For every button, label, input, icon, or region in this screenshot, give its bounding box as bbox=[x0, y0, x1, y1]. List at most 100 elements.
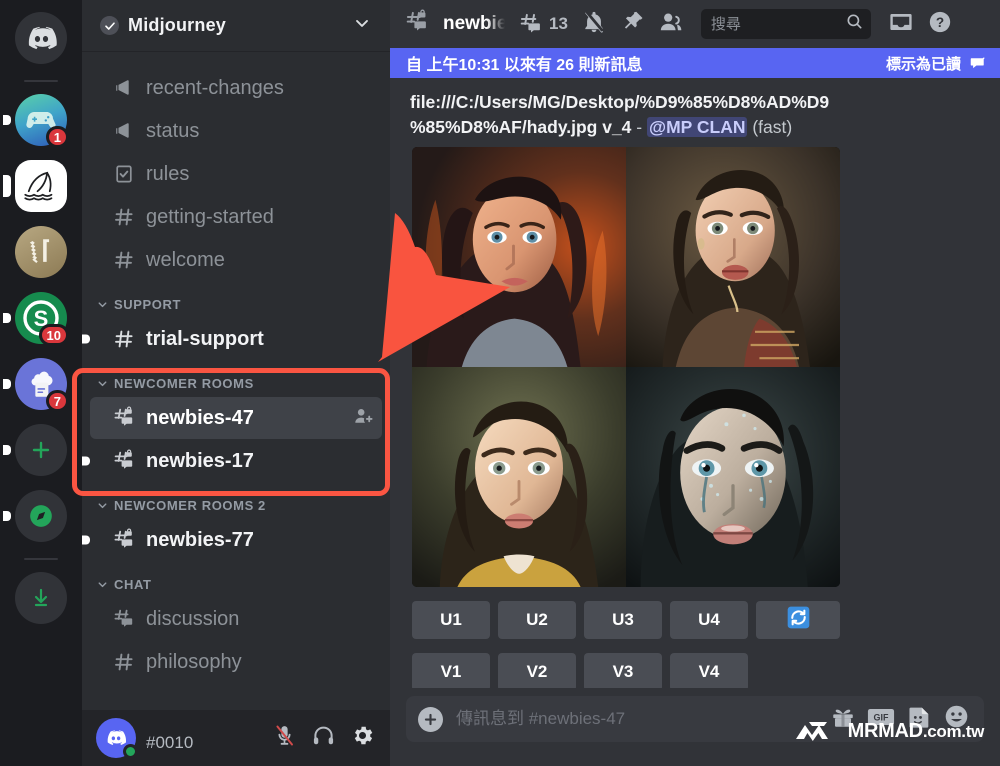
members-icon[interactable] bbox=[658, 9, 684, 40]
portrait-2[interactable] bbox=[626, 146, 840, 367]
gift-icon[interactable] bbox=[830, 704, 856, 735]
channel-getting-started[interactable]: getting-started bbox=[90, 196, 382, 238]
v1-button[interactable]: V1 bbox=[412, 652, 490, 688]
v2-button[interactable]: V2 bbox=[498, 652, 576, 688]
mark-as-read-button[interactable]: 標示為已讀 bbox=[886, 53, 988, 74]
portrait-1[interactable] bbox=[412, 146, 626, 367]
server-icon-notes-server[interactable]: 7 bbox=[3, 356, 69, 412]
unread-pill bbox=[3, 379, 11, 389]
thread-count[interactable]: 13 bbox=[518, 11, 568, 37]
rail-separator-2 bbox=[24, 558, 58, 560]
channel-newbies-77[interactable]: newbies-77 bbox=[82, 519, 382, 561]
channel-newbies-47[interactable]: newbies-47 bbox=[90, 397, 382, 439]
verified-badge-icon bbox=[100, 16, 119, 35]
gear-icon[interactable] bbox=[350, 723, 375, 753]
server-icon-midjourney-server[interactable] bbox=[3, 158, 69, 214]
download-apps-button[interactable] bbox=[13, 570, 69, 626]
bell-muted-icon[interactable] bbox=[581, 9, 607, 40]
category-support[interactable]: SUPPORT bbox=[82, 281, 390, 317]
channel-status[interactable]: status bbox=[90, 110, 382, 152]
mic-muted-icon[interactable] bbox=[272, 723, 297, 753]
channel-title: newbies-47 bbox=[443, 13, 505, 34]
sticker-icon[interactable] bbox=[906, 704, 932, 735]
category-newcomer-rooms-2[interactable]: NEWCOMER ROOMS 2 bbox=[82, 482, 390, 518]
chevron-down-icon[interactable] bbox=[352, 13, 372, 38]
unread-dot bbox=[82, 535, 90, 545]
hash-icon bbox=[112, 327, 136, 351]
category-newcomer-rooms[interactable]: NEWCOMER ROOMS bbox=[82, 360, 390, 396]
portrait-3[interactable] bbox=[412, 366, 626, 587]
threads-icon bbox=[520, 13, 540, 33]
channel-welcome[interactable]: welcome bbox=[90, 239, 382, 281]
announcement-icon bbox=[112, 76, 136, 100]
channel-newbies-17[interactable]: newbies-17 bbox=[82, 440, 382, 482]
channel-label: trial-support bbox=[146, 327, 264, 350]
category-label: CHAT bbox=[114, 577, 152, 592]
channel-recent-changes[interactable]: recent-changes bbox=[90, 67, 382, 109]
channel-label: discussion bbox=[146, 607, 240, 630]
hash-icon bbox=[112, 248, 136, 272]
u3-button[interactable]: U3 bbox=[584, 600, 662, 639]
user-panel: #0010 bbox=[82, 710, 390, 766]
thread-icon bbox=[112, 607, 136, 631]
rules-icon bbox=[112, 162, 136, 186]
server-icon-game-server[interactable]: 1 bbox=[3, 92, 69, 148]
help-icon[interactable]: ? bbox=[927, 9, 953, 40]
chevron-down-icon bbox=[98, 582, 107, 588]
server-badge: 1 bbox=[45, 126, 69, 148]
headphones-icon[interactable] bbox=[311, 723, 336, 753]
explore-servers-button[interactable] bbox=[3, 488, 69, 544]
channel-discussion[interactable]: discussion bbox=[90, 598, 382, 640]
mark-as-read-label: 標示為已讀 bbox=[885, 55, 961, 73]
unread-dot bbox=[82, 334, 90, 344]
main-content: newbies-47 13 bbox=[390, 0, 1000, 766]
u4-button[interactable]: U4 bbox=[670, 600, 748, 639]
search-box[interactable] bbox=[700, 9, 871, 39]
server-icon-s-server[interactable]: S 10 bbox=[3, 290, 69, 346]
svg-text:GIF: GIF bbox=[874, 712, 889, 722]
chevron-down-icon bbox=[98, 381, 107, 387]
portrait-4[interactable] bbox=[626, 366, 840, 587]
add-server-button[interactable] bbox=[3, 422, 69, 478]
gif-icon[interactable]: GIF bbox=[867, 704, 895, 735]
pin-icon[interactable] bbox=[620, 9, 645, 39]
attach-icon[interactable] bbox=[418, 706, 443, 732]
message-composer[interactable]: GIF bbox=[406, 696, 984, 742]
unread-pill bbox=[3, 511, 11, 521]
server-icon-p-server[interactable] bbox=[13, 224, 69, 280]
u2-button[interactable]: U2 bbox=[498, 600, 576, 639]
server-badge: 7 bbox=[45, 390, 69, 412]
server-rail: 1 S 10 7 bbox=[0, 0, 82, 766]
message-prompt: file:///C:/Users/MG/Desktop/%D9%85%D8%AD… bbox=[408, 90, 984, 141]
message-area: file:///C:/Users/MG/Desktop/%D9%85%D8%AD… bbox=[390, 78, 1000, 688]
prompt-separator: - bbox=[636, 117, 643, 138]
generated-image-grid[interactable] bbox=[412, 146, 840, 587]
refresh-button[interactable] bbox=[756, 600, 840, 639]
avatar[interactable] bbox=[96, 718, 138, 759]
prompt-line-2: %85%D8%AF/hady.jpg v_4 bbox=[410, 117, 632, 138]
unread-dot bbox=[82, 456, 90, 466]
v3-button[interactable]: V3 bbox=[584, 652, 662, 688]
mention[interactable]: @MP CLAN bbox=[647, 117, 748, 138]
message-input[interactable] bbox=[456, 709, 817, 729]
channel-trial-support[interactable]: trial-support bbox=[82, 318, 382, 360]
channel-label: philosophy bbox=[146, 650, 242, 673]
category-chat[interactable]: CHAT bbox=[82, 561, 390, 597]
channel-label: newbies-47 bbox=[146, 406, 254, 429]
channel-rules[interactable]: rules bbox=[90, 153, 382, 195]
inbox-icon[interactable] bbox=[888, 9, 914, 40]
thread-count-value: 13 bbox=[549, 14, 568, 33]
channel-philosophy[interactable]: philosophy bbox=[90, 641, 382, 683]
emoji-icon[interactable] bbox=[943, 703, 970, 735]
server-icon-discord-home[interactable] bbox=[13, 10, 69, 66]
channel-label: rules bbox=[146, 162, 190, 185]
server-header[interactable]: Midjourney bbox=[82, 0, 390, 52]
rail-separator bbox=[24, 80, 58, 82]
u1-button[interactable]: U1 bbox=[412, 600, 490, 639]
unread-banner[interactable]: 自 上午10:31 以來有 26 則新訊息 標示為已讀 bbox=[390, 48, 1000, 78]
search-input[interactable] bbox=[710, 15, 845, 33]
v4-button[interactable]: V4 bbox=[670, 652, 748, 688]
add-member-icon[interactable] bbox=[352, 405, 374, 432]
unread-banner-text: 自 上午10:31 以來有 26 則新訊息 bbox=[406, 57, 643, 74]
thread-lock-icon bbox=[112, 406, 136, 430]
